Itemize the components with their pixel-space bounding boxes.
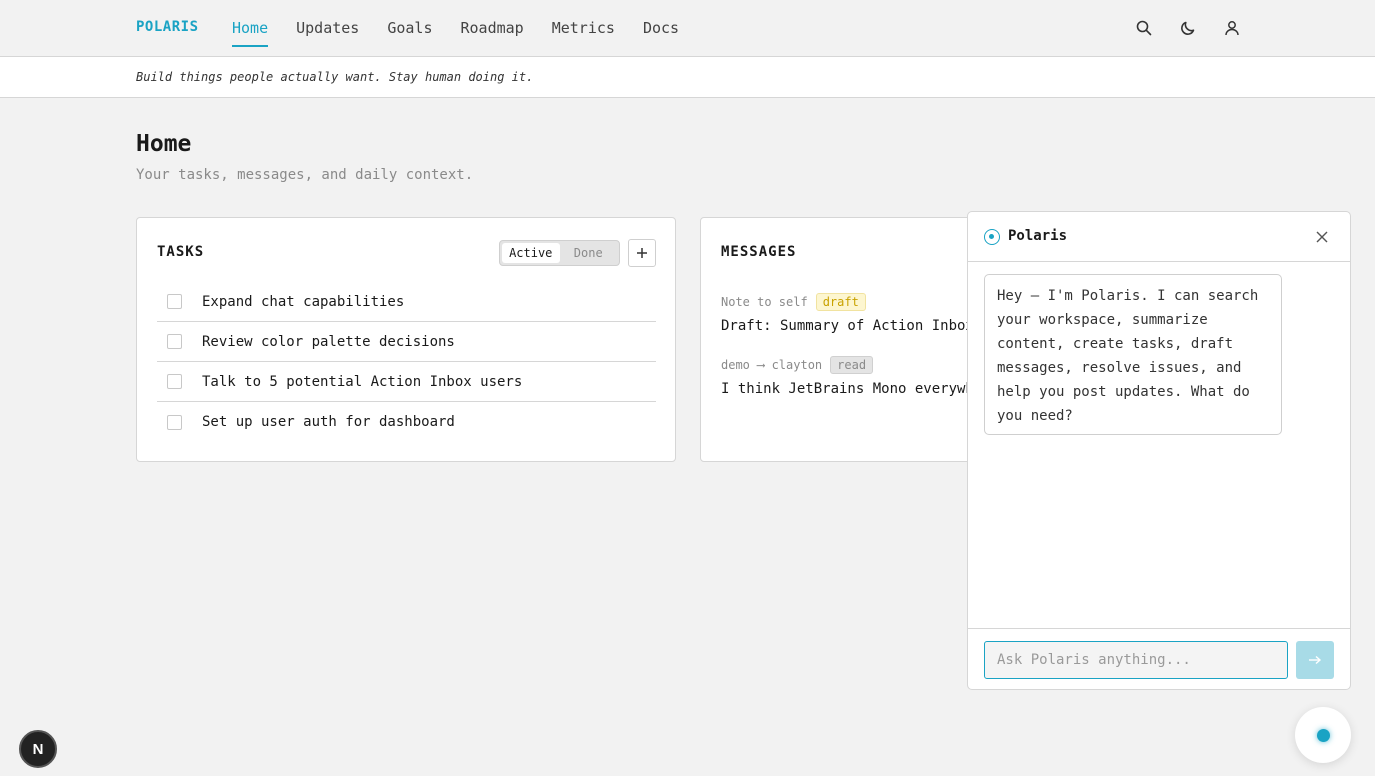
- filter-active-button[interactable]: Active: [502, 243, 560, 263]
- page-title: Home: [136, 131, 192, 157]
- task-row: Expand chat capabilities: [157, 282, 656, 322]
- task-row: Talk to 5 potential Action Inbox users: [157, 362, 656, 402]
- task-row: Review color palette decisions: [157, 322, 656, 362]
- page-subtitle: Your tasks, messages, and daily context.: [136, 167, 474, 183]
- assistant-message: Hey — I'm Polaris. I can search your wor…: [984, 274, 1282, 435]
- add-task-button[interactable]: [628, 239, 656, 267]
- message-preview: I think JetBrains Mono everywh: [721, 381, 974, 397]
- nav-icon-group: [1132, 16, 1244, 40]
- moon-icon[interactable]: [1176, 16, 1200, 40]
- tasks-title: TASKS: [157, 244, 205, 260]
- nextjs-badge[interactable]: N: [19, 730, 57, 768]
- tagline-bar: Build things people actually want. Stay …: [0, 57, 1375, 98]
- task-list: Expand chat capabilities Review color pa…: [157, 282, 656, 442]
- task-label: Set up user auth for dashboard: [202, 414, 455, 430]
- message-preview: Draft: Summary of Action Inbox: [721, 318, 974, 334]
- polaris-dot-icon: [1316, 728, 1330, 742]
- messages-title: MESSAGES: [721, 244, 797, 260]
- user-icon[interactable]: [1220, 16, 1244, 40]
- task-checkbox[interactable]: [167, 374, 182, 389]
- message-item[interactable]: demo ⟶ clayton read I think JetBrains Mo…: [721, 356, 974, 397]
- nav-roadmap[interactable]: Roadmap: [461, 0, 524, 57]
- chat-input[interactable]: [984, 641, 1288, 679]
- assistant-fab-button[interactable]: [1295, 707, 1351, 763]
- tasks-card: TASKS Active Done Expand chat capabiliti…: [136, 217, 676, 462]
- chat-footer: [968, 628, 1350, 690]
- arrow-right-icon: [1309, 655, 1322, 665]
- task-checkbox[interactable]: [167, 414, 182, 430]
- read-badge: read: [830, 356, 874, 374]
- filter-done-button[interactable]: Done: [560, 243, 618, 263]
- top-nav: POLARIS Home Updates Goals Roadmap Metri…: [0, 0, 1375, 57]
- message-item[interactable]: Note to self draft Draft: Summary of Act…: [721, 293, 974, 334]
- message-meta: demo ⟶ clayton read: [721, 356, 974, 374]
- task-checkbox[interactable]: [167, 334, 182, 349]
- task-label: Talk to 5 potential Action Inbox users: [202, 373, 523, 390]
- message-meta: Note to self draft: [721, 293, 974, 311]
- chat-panel: Polaris Hey — I'm Polaris. I can search …: [967, 211, 1351, 690]
- task-label: Expand chat capabilities: [202, 293, 405, 310]
- task-label: Review color palette decisions: [202, 333, 455, 350]
- task-row: Set up user auth for dashboard: [157, 402, 656, 442]
- polaris-status-icon: [984, 229, 1000, 245]
- nav-updates[interactable]: Updates: [296, 0, 359, 57]
- draft-badge: draft: [815, 293, 866, 311]
- nav-links: Home Updates Goals Roadmap Metrics Docs: [232, 0, 679, 57]
- task-checkbox[interactable]: [167, 294, 182, 309]
- chat-header: Polaris: [968, 212, 1350, 262]
- nav-docs[interactable]: Docs: [643, 0, 679, 57]
- close-icon[interactable]: [1312, 227, 1332, 247]
- nav-goals[interactable]: Goals: [387, 0, 432, 57]
- nav-metrics[interactable]: Metrics: [552, 0, 615, 57]
- plus-icon: [637, 248, 647, 258]
- message-sender: demo ⟶ clayton: [721, 358, 823, 372]
- chat-title: Polaris: [1008, 228, 1068, 244]
- brand-logo[interactable]: POLARIS: [136, 19, 199, 35]
- send-button[interactable]: [1296, 641, 1334, 679]
- task-filter-toggle: Active Done: [499, 240, 620, 266]
- tagline-text: Build things people actually want. Stay …: [136, 70, 534, 84]
- message-sender: Note to self: [721, 295, 808, 309]
- search-icon[interactable]: [1132, 16, 1156, 40]
- nav-home[interactable]: Home: [232, 0, 269, 57]
